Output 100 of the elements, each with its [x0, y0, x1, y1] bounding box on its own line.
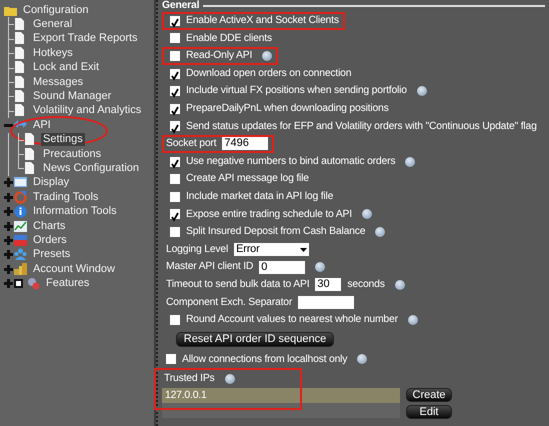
checkbox[interactable]: [170, 33, 180, 44]
help-icon[interactable]: [375, 226, 386, 237]
calendar-icon: [14, 234, 27, 247]
checkbox[interactable]: [170, 226, 180, 237]
checkbox-label: PrepareDailyPnL when downloading positions: [186, 102, 389, 116]
checkbox-label: Send status updates for EFP and Volatility orders with "Continuous Update" flag: [186, 120, 537, 134]
help-icon[interactable]: [394, 280, 405, 290]
field-label: Socket port: [166, 137, 216, 152]
page-icon: [24, 162, 37, 175]
help-icon[interactable]: [416, 86, 427, 96]
expand-icon[interactable]: [4, 236, 13, 245]
checkbox[interactable]: [170, 50, 180, 61]
input-field[interactable]: 7496: [222, 137, 268, 150]
expand-icon[interactable]: [4, 222, 13, 231]
checkbox[interactable]: [170, 209, 180, 220]
checkbox[interactable]: [170, 121, 180, 132]
tree-item[interactable]: Display: [31, 176, 72, 190]
checkbox-label: Allow connections from localhost only: [182, 352, 348, 367]
expand-icon[interactable]: [4, 207, 13, 216]
expand-icon[interactable]: [4, 178, 13, 188]
expand-icon[interactable]: [4, 279, 13, 288]
square-icon: [14, 279, 23, 288]
checkbox-label: Include market data in API log file: [186, 190, 334, 204]
tree-item[interactable]: News Configuration: [41, 162, 141, 175]
tree-item[interactable]: Messages: [31, 76, 86, 89]
tree-item[interactable]: Presets: [31, 248, 72, 262]
checkbox-label: Download open orders on connection: [186, 66, 352, 81]
checkbox-label: Expose entire trading schedule to API: [186, 208, 352, 222]
checkbox-label: Create API message log file: [186, 172, 309, 186]
tree-item[interactable]: Lock and Exit: [31, 61, 102, 74]
dropdown[interactable]: Error: [234, 243, 310, 256]
expand-icon[interactable]: [4, 250, 13, 260]
tree-item[interactable]: Features: [44, 277, 92, 290]
help-icon[interactable]: [315, 262, 326, 272]
page-icon: [14, 18, 27, 32]
checkbox[interactable]: [170, 104, 180, 114]
checkbox-label: Use negative numbers to bind automatic orders: [186, 154, 396, 169]
page-icon: [14, 104, 27, 118]
checkbox-label: Round Account values to nearest whole number: [186, 313, 398, 328]
page-icon: [24, 148, 37, 161]
field-label: Master API client ID: [166, 260, 254, 274]
checkbox[interactable]: [170, 192, 180, 202]
tree-item[interactable]: Information Tools: [31, 205, 119, 218]
help-icon[interactable]: [362, 209, 372, 220]
checkbox[interactable]: [170, 156, 180, 167]
tree-item[interactable]: Trading Tools: [31, 190, 100, 204]
tree-item[interactable]: Charts: [31, 220, 68, 233]
caret-icon: [300, 248, 308, 252]
field-label: Timeout to send bulk data to API: [166, 278, 310, 292]
checkbox-label: Enable ActiveX and Socket Clients: [186, 14, 339, 28]
tree-item[interactable]: API: [31, 118, 53, 132]
tree-item[interactable]: Precautions: [41, 148, 104, 161]
circular-arrows-icon: [14, 190, 27, 204]
help-icon[interactable]: [262, 50, 272, 61]
checkbox-label: Enable DDE clients: [186, 32, 272, 46]
field-label: Logging Level: [166, 242, 228, 257]
input-field[interactable]: [298, 296, 354, 309]
input-field[interactable]: 30: [315, 278, 342, 292]
expand-icon[interactable]: [4, 192, 13, 202]
checkbox-label: Include virtual FX positions when sending portfolio: [186, 84, 407, 98]
checkbox[interactable]: [170, 68, 180, 79]
field-label: Component Exch. Separator: [166, 296, 292, 310]
help-icon[interactable]: [224, 374, 235, 384]
section-label: Trusted IPs: [164, 372, 215, 386]
checkbox[interactable]: [170, 174, 180, 184]
help-icon[interactable]: [405, 156, 416, 167]
tree-item[interactable]: General: [31, 18, 74, 32]
checkbox[interactable]: [170, 86, 180, 96]
help-icon[interactable]: [408, 314, 418, 325]
action-button[interactable]: Edit: [406, 404, 452, 419]
page-icon: [24, 133, 37, 146]
checkbox-label: Read-Only API: [186, 49, 252, 64]
help-icon[interactable]: [357, 354, 368, 364]
checkbox-label: Split Insured Deposit from Cash Balance: [186, 225, 366, 240]
reset-button[interactable]: Reset API order ID sequence: [176, 332, 334, 348]
action-button[interactable]: Create: [406, 388, 452, 402]
page-icon: [14, 76, 27, 89]
tree-item[interactable]: Hotkeys: [31, 46, 75, 60]
page-icon: [14, 46, 27, 60]
tree-item[interactable]: Account Window: [31, 262, 117, 276]
input-field[interactable]: 0: [259, 260, 306, 274]
tree-item[interactable]: Sound Manager: [31, 90, 114, 104]
expand-icon[interactable]: [4, 264, 13, 274]
info-icon: [14, 205, 27, 218]
checkbox[interactable]: [170, 314, 180, 325]
page-icon: [14, 90, 27, 104]
checkbox[interactable]: [170, 16, 180, 26]
window-icon: [14, 176, 27, 190]
page-icon: [14, 32, 27, 46]
tree-item[interactable]: Configuration: [21, 4, 90, 17]
checkbox[interactable]: [166, 354, 176, 364]
tree-item[interactable]: Settings: [41, 133, 85, 146]
tree-item[interactable]: Volatility and Analytics: [31, 104, 144, 118]
list-row[interactable]: 127.0.0.1: [162, 388, 400, 403]
field-suffix: seconds: [347, 278, 385, 292]
tree-item[interactable]: Export Trade Reports: [31, 32, 140, 46]
people-icon: [14, 248, 27, 262]
chart-icon: [14, 220, 27, 233]
section-title: General: [162, 0, 200, 14]
tree-item[interactable]: Orders: [31, 234, 69, 247]
